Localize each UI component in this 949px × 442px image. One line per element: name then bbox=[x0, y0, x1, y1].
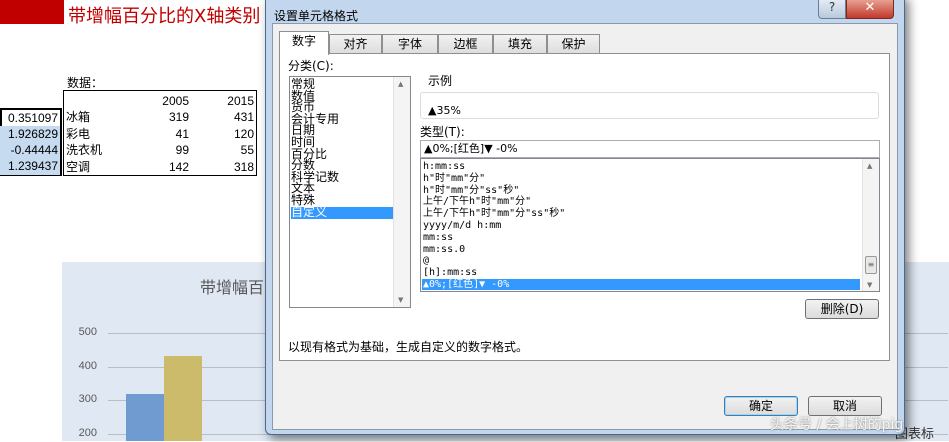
pct-cell[interactable]: 0.351097 bbox=[0, 110, 58, 127]
type-item[interactable]: mm:ss.0 bbox=[423, 244, 861, 255]
sample-value: ▲35% bbox=[428, 104, 461, 117]
scroll-up-icon[interactable]: ▲ bbox=[867, 162, 872, 170]
y-tick-label: 200 bbox=[78, 427, 97, 439]
header-2015: 2015 bbox=[227, 94, 254, 108]
type-item[interactable]: h"时"mm"分" bbox=[423, 173, 861, 184]
tab-protection[interactable]: 保护 bbox=[547, 34, 600, 54]
value-2005[interactable]: 99 bbox=[144, 142, 189, 159]
row-name[interactable]: 彩电 bbox=[66, 126, 126, 143]
type-item[interactable]: 上午/下午h"时"mm"分" bbox=[423, 196, 861, 207]
type-label: 类型(T): bbox=[420, 125, 465, 139]
ok-button[interactable]: 确定 bbox=[724, 396, 798, 416]
sample-label: 示例 bbox=[426, 72, 455, 89]
type-list[interactable]: h:mm:ss h"时"mm"分" h"时"mm"分"ss"秒" 上午/下午h"时"m… bbox=[420, 158, 880, 292]
data-table: 2005 2015 冰箱 319 431 彩电 41 120 洗衣机 99 55 空调 142 318 bbox=[63, 90, 257, 176]
header-2005: 2005 bbox=[162, 94, 189, 108]
category-item[interactable]: 自定义 bbox=[291, 206, 393, 219]
tab-border[interactable]: 边框 bbox=[438, 34, 493, 54]
row-name[interactable]: 冰箱 bbox=[66, 109, 126, 126]
tab-fill[interactable]: 填充 bbox=[493, 34, 547, 54]
value-2015[interactable]: 318 bbox=[204, 159, 254, 176]
pct-cell[interactable]: 1.239437 bbox=[0, 158, 60, 175]
delete-button[interactable]: 删除(D) bbox=[805, 299, 879, 319]
title-banner bbox=[0, 0, 64, 24]
tab-alignment[interactable]: 对齐 bbox=[329, 34, 382, 54]
sheet-heading: 带增幅百分比的X轴类别 bbox=[68, 6, 261, 27]
bar-2015[interactable] bbox=[164, 356, 202, 441]
dialog-title: 设置单元格格式 bbox=[274, 9, 359, 23]
sample-group bbox=[420, 92, 879, 119]
cancel-button[interactable]: 取消 bbox=[808, 396, 882, 416]
category-list[interactable]: 常规 数值 货币 会计专用 日期 时间 百分比 分数 科学记数 文本 特殊 自定义 ▲ ▼ bbox=[289, 76, 411, 308]
watermark: 头条号 / 会上树的pig bbox=[770, 417, 904, 433]
value-2015[interactable]: 120 bbox=[204, 126, 254, 143]
value-2015[interactable]: 431 bbox=[204, 109, 254, 126]
type-item[interactable]: yyyy/m/d h:mm bbox=[423, 220, 861, 231]
value-2005[interactable]: 142 bbox=[144, 159, 189, 176]
value-2015[interactable]: 55 bbox=[204, 142, 254, 159]
percent-column[interactable]: 0.351097 1.926829 -0.44444 1.239437 bbox=[0, 108, 62, 176]
y-tick-label: 400 bbox=[78, 359, 97, 372]
pct-cell[interactable]: 1.926829 bbox=[0, 126, 60, 143]
bar-2005[interactable] bbox=[126, 393, 164, 441]
type-item[interactable]: h"时"mm"分"ss"秒" bbox=[423, 185, 861, 196]
description-text: 以现有格式为基础，生成自定义的数字格式。 bbox=[288, 340, 529, 354]
y-tick-label: 500 bbox=[78, 326, 97, 338]
pct-cell[interactable]: -0.44444 bbox=[0, 142, 60, 159]
data-label: 数据： bbox=[67, 76, 104, 90]
tab-number[interactable]: 数字 bbox=[279, 31, 329, 55]
number-tab-page: 分类(C): 常规 数值 货币 会计专用 日期 时间 百分比 分数 科学记数 文本 特殊 自定义 ▲ … bbox=[279, 53, 890, 361]
row-name[interactable]: 洗衣机 bbox=[66, 142, 126, 159]
value-2005[interactable]: 319 bbox=[144, 109, 189, 126]
type-input[interactable]: ▲0%;[红色]▼ -0% bbox=[420, 140, 880, 158]
category-label: 分类(C): bbox=[288, 59, 334, 73]
scroll-down-icon[interactable]: ▼ bbox=[398, 296, 403, 304]
category-scrollbar[interactable]: ▲ ▼ bbox=[393, 77, 410, 307]
row-name[interactable]: 空调 bbox=[66, 159, 126, 176]
type-item[interactable]: @ bbox=[423, 255, 861, 266]
format-cells-dialog: 设置单元格格式 ? ✕ 数字 对齐 字体 边框 填充 保护 分类(C): 常规数… bbox=[265, 0, 905, 435]
type-item[interactable]: ▲0%;[红色]▼ -0% bbox=[422, 279, 860, 290]
type-scrollbar[interactable]: ▲ ≡ ▼ bbox=[862, 159, 879, 291]
type-item[interactable]: mm:ss bbox=[423, 232, 861, 243]
scroll-thumb[interactable]: ≡ bbox=[865, 256, 877, 274]
scroll-down-icon[interactable]: ▼ bbox=[867, 281, 872, 289]
close-button[interactable]: ✕ bbox=[846, 0, 894, 19]
tab-font[interactable]: 字体 bbox=[382, 34, 438, 54]
y-tick-label: 300 bbox=[78, 393, 97, 406]
value-2005[interactable]: 41 bbox=[144, 126, 189, 143]
chart-title: 带增幅百 bbox=[200, 278, 265, 297]
type-item[interactable]: [h]:mm:ss bbox=[423, 267, 861, 278]
dialog-body: 数字 对齐 字体 边框 填充 保护 分类(C): 常规 数值 货币 会计专用 日期 时间百… bbox=[272, 23, 898, 430]
type-item[interactable]: 上午/下午h"时"mm"分"ss"秒" bbox=[423, 208, 861, 219]
help-button[interactable]: ? bbox=[818, 0, 846, 19]
type-item[interactable]: h:mm:ss bbox=[423, 161, 861, 172]
scroll-up-icon[interactable]: ▲ bbox=[398, 80, 403, 88]
